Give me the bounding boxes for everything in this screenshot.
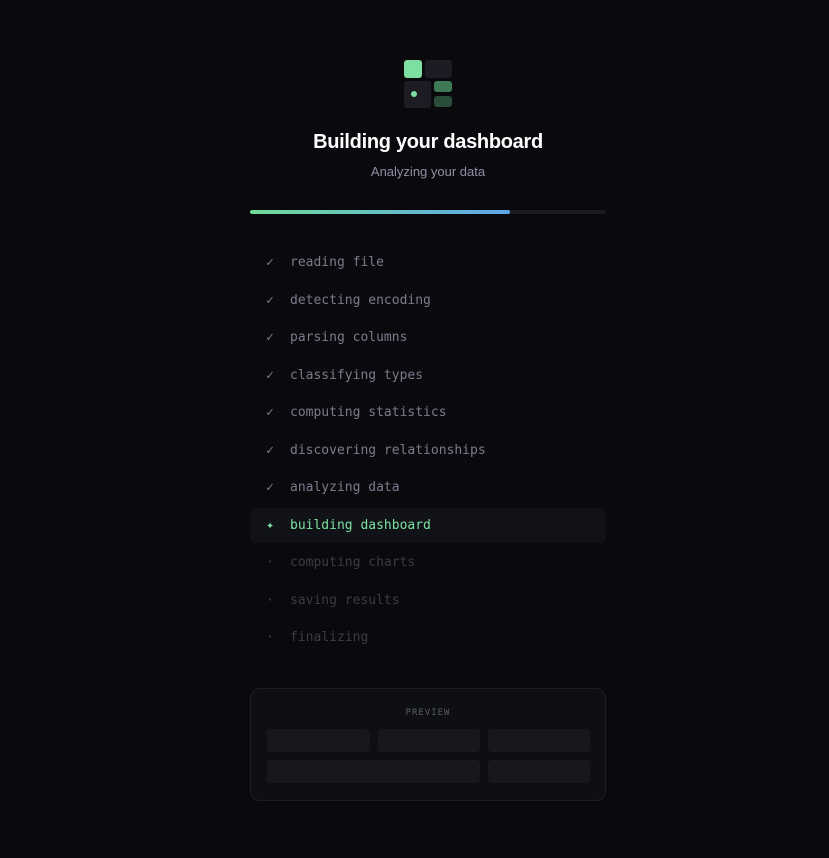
step-item: ✓ computing statistics [250,395,606,431]
preview-placeholder [488,729,590,752]
step-item: ✓ parsing columns [250,320,606,356]
dot-icon: · [266,592,274,608]
preview-placeholder [488,760,590,783]
step-label: discovering relationships [290,442,486,458]
step-item: · finalizing [250,620,606,656]
step-label: classifying types [290,367,424,383]
logo-block [404,81,431,108]
step-item: ✓ classifying types [250,358,606,394]
step-label: saving results [290,592,400,608]
dot-icon: · [266,630,274,646]
preview-placeholder [267,760,480,783]
step-label: reading file [290,255,384,271]
step-label: computing statistics [290,405,447,421]
sparkle-icon: ✦ [266,517,274,533]
step-item: · computing charts [250,545,606,581]
step-item: · saving results [250,583,606,619]
check-icon: ✓ [266,405,274,421]
page-subtitle: Analyzing your data [370,164,486,179]
step-item: ✓ analyzing data [250,470,606,506]
dashboard-grid-icon [403,60,453,109]
progress-bar [250,210,606,214]
step-label: analyzing data [290,480,400,496]
preview-placeholder [378,729,480,752]
step-item: ✦ building dashboard [250,507,606,543]
step-label: detecting encoding [290,292,431,308]
preview-label: PREVIEW [405,708,451,718]
check-icon: ✓ [266,255,274,271]
logo-block [425,60,452,78]
logo-block [404,60,422,78]
page-title: Building your dashboard [313,131,543,153]
step-label: computing charts [290,555,416,571]
dot-icon: · [266,555,274,571]
check-icon: ✓ [266,292,274,308]
step-item: ✓ detecting encoding [250,283,606,319]
preview-panel: PREVIEW [250,688,606,801]
step-label: building dashboard [290,517,431,533]
step-item: ✓ reading file [250,245,606,281]
step-label: parsing columns [290,330,408,346]
progress-bar-fill [250,210,510,214]
check-icon: ✓ [266,480,274,496]
check-icon: ✓ [266,367,274,383]
check-icon: ✓ [266,330,274,346]
step-label: finalizing [290,630,369,646]
step-list: ✓ reading file ✓ detecting encoding ✓ parsing… [250,245,606,658]
check-icon: ✓ [266,442,274,458]
logo-block [434,81,452,92]
preview-placeholder [267,729,370,752]
logo-block [434,96,452,107]
step-item: ✓ discovering relationships [250,433,606,469]
logo-dot [411,91,417,97]
